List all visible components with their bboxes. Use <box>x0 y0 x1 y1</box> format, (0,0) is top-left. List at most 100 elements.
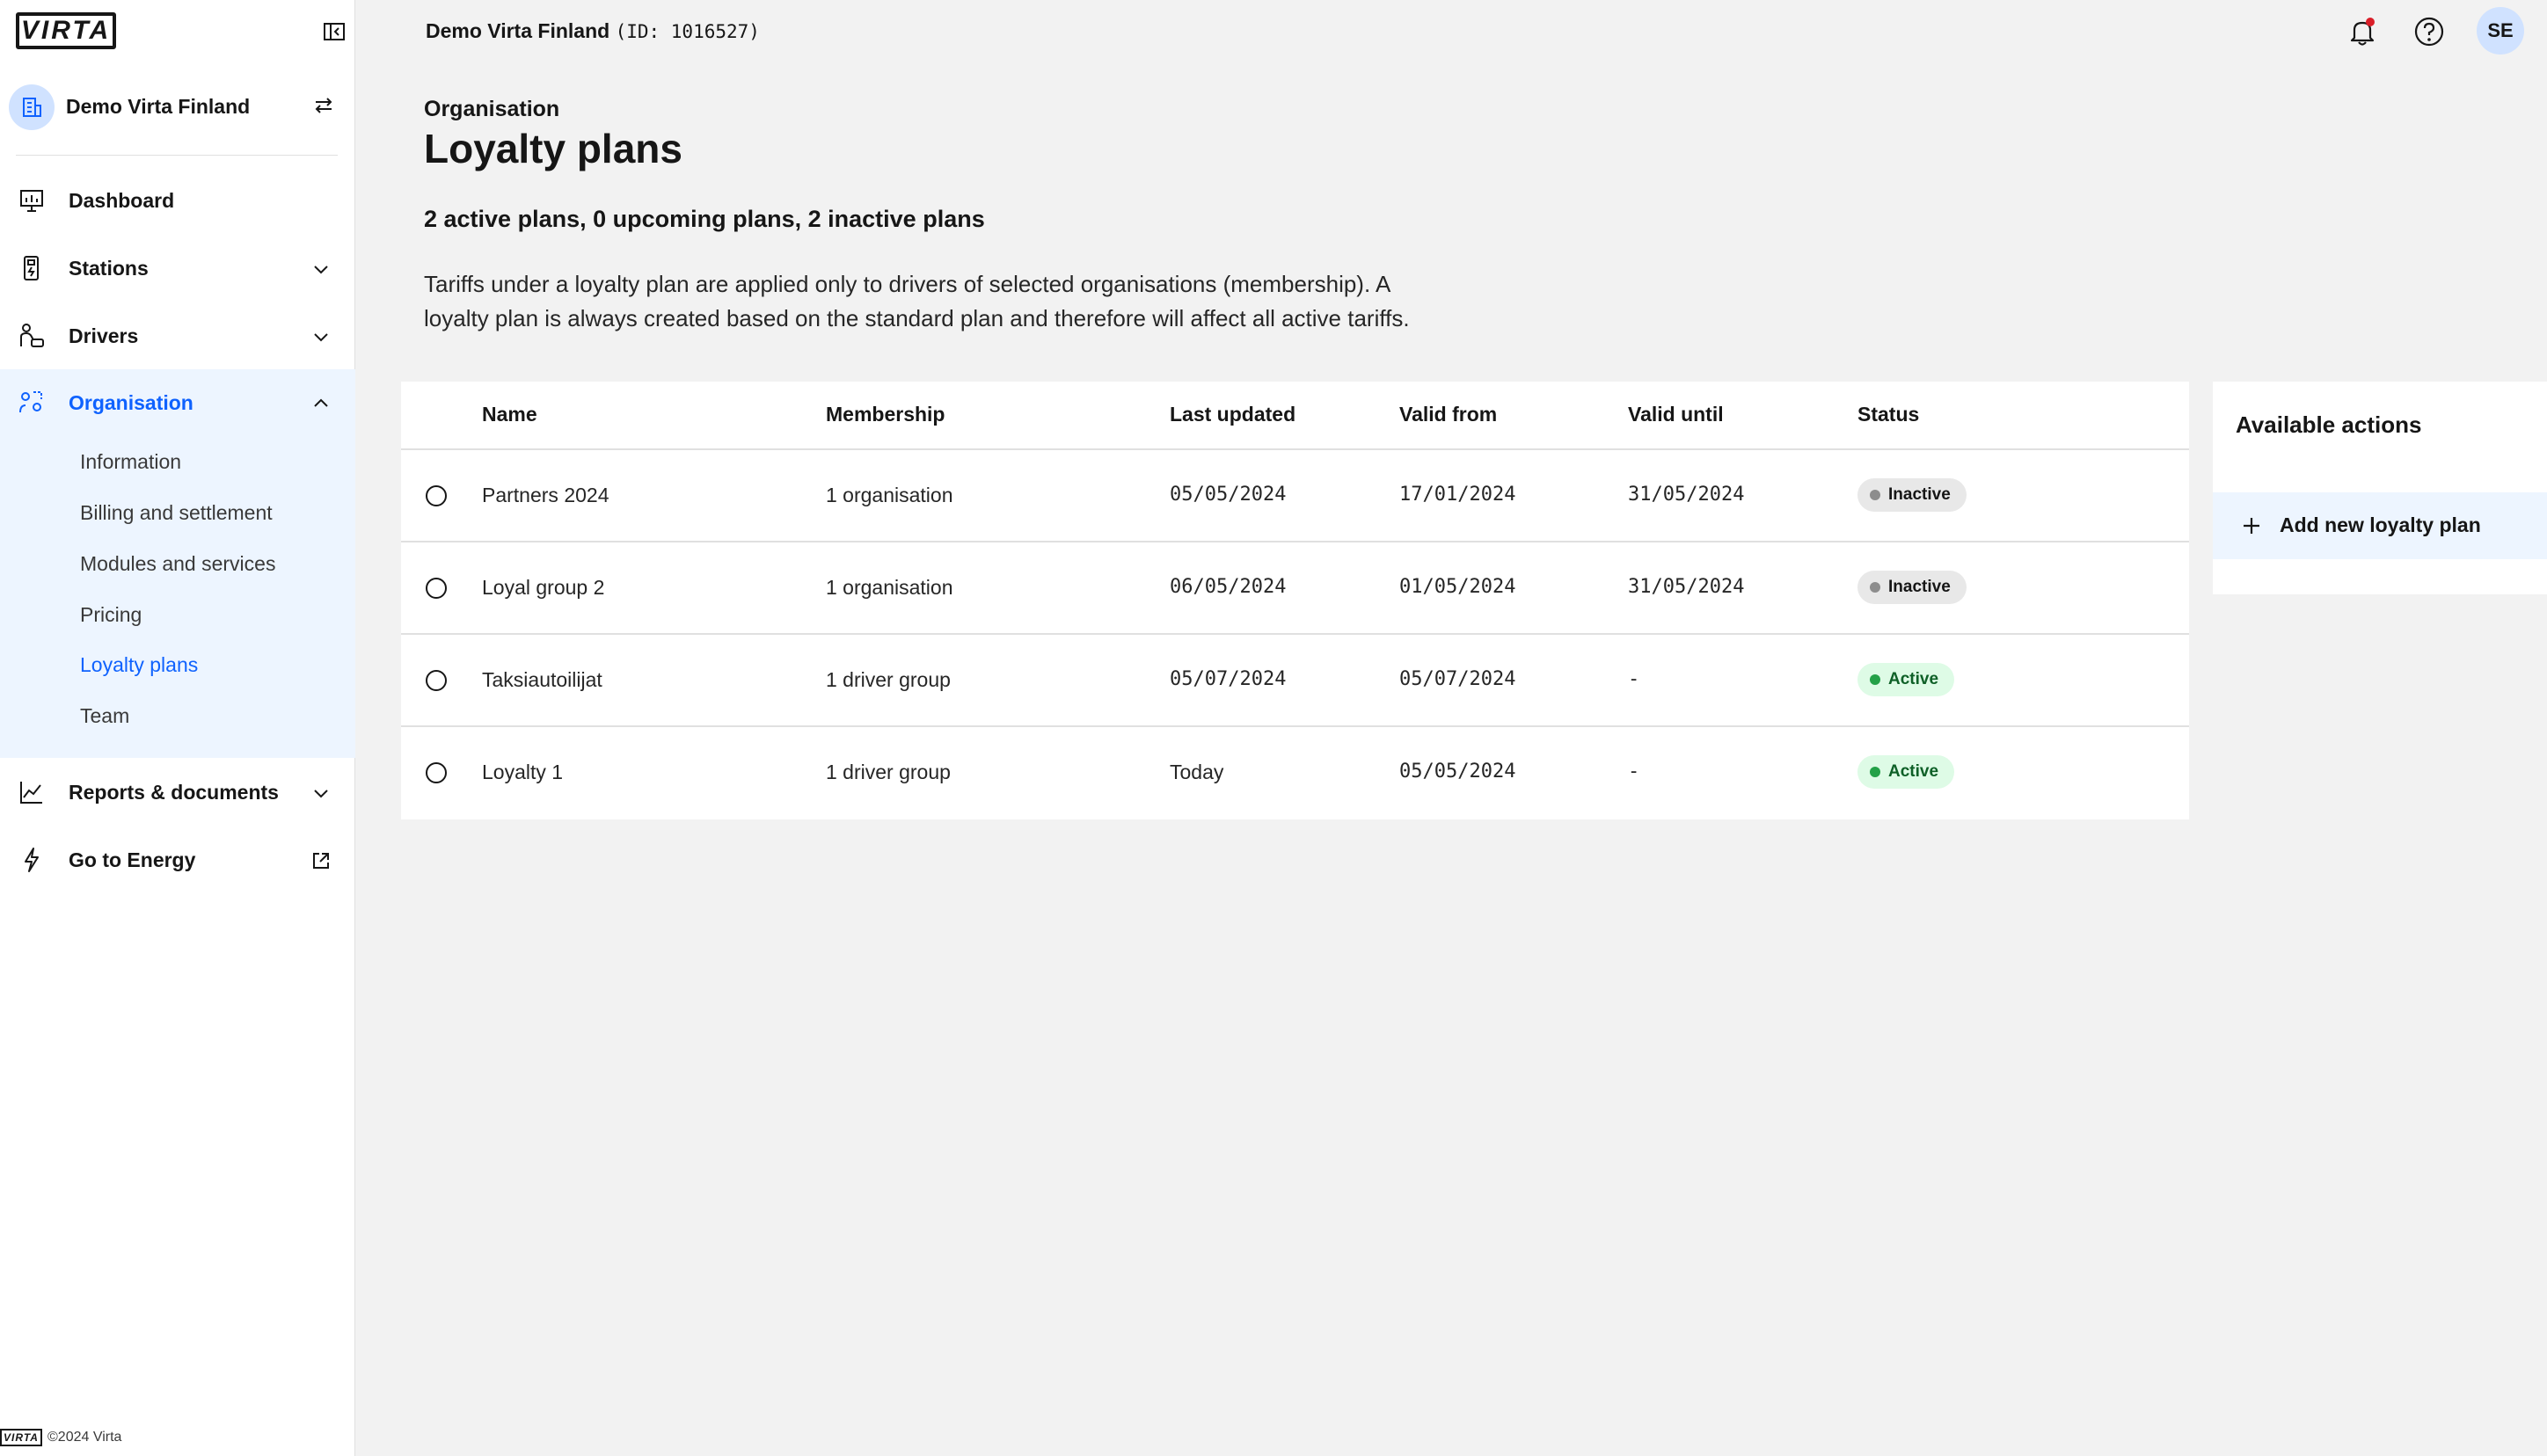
cell-valid-from: 05/07/2024 <box>1399 668 1516 690</box>
sidebar-subitem-information[interactable]: Information <box>80 450 181 474</box>
sidebar-item-label: Dashboard <box>69 188 175 212</box>
column-header-valid-from: Valid from <box>1399 403 1498 426</box>
footer-logo: VIRTA <box>0 1429 42 1446</box>
cell-valid-from: 17/01/2024 <box>1399 484 1516 506</box>
column-header-last-updated: Last updated <box>1170 403 1296 426</box>
row-radio[interactable] <box>426 578 447 599</box>
column-header-status: Status <box>1857 403 1920 426</box>
sidebar-footer: VIRTA ©2024 Virta <box>0 1428 121 1447</box>
chart-line-icon <box>18 778 46 806</box>
cell-name: Loyalty 1 <box>482 761 564 783</box>
cell-valid-until: - <box>1628 761 1640 783</box>
sidebar-item-label: Organisation <box>69 390 193 414</box>
status-badge: Inactive <box>1857 571 1967 604</box>
cell-membership: 1 organisation <box>826 484 953 506</box>
chevron-down-icon <box>311 259 331 279</box>
plus-icon <box>2239 513 2264 538</box>
collapse-sidebar-icon[interactable] <box>322 19 347 44</box>
logo-row: VIRTA <box>16 12 345 51</box>
page-description: Tariffs under a loyalty plan are applied… <box>424 271 1410 331</box>
cell-last-updated: Today <box>1170 761 1224 783</box>
org-switcher[interactable]: Demo Virta Finland <box>9 83 339 132</box>
notification-bell-icon[interactable] <box>2345 14 2380 49</box>
cell-membership: 1 driver group <box>826 761 951 783</box>
external-link-icon <box>311 851 331 870</box>
org-switcher-name: Demo Virta Finland <box>66 95 251 118</box>
sidebar-item-organisation[interactable]: Organisation <box>0 369 355 436</box>
driver-icon <box>18 322 46 350</box>
plans-summary: 2 active plans, 0 upcoming plans, 2 inac… <box>424 206 985 232</box>
building-icon <box>9 84 55 130</box>
sidebar-subitem-modules[interactable]: Modules and services <box>80 552 275 576</box>
copyright-text: ©2024 Virta <box>47 1430 122 1445</box>
chevron-down-icon <box>311 327 331 346</box>
organisation-icon <box>18 389 46 417</box>
status-badge: Active <box>1857 663 1955 696</box>
topbar-org-name: Demo Virta Finland <box>426 19 610 42</box>
status-dot <box>1870 582 1880 593</box>
cell-valid-until: 31/05/2024 <box>1628 576 1745 598</box>
status-badge: Active <box>1857 755 1955 789</box>
cell-name: Loyal group 2 <box>482 576 605 599</box>
sidebar-item-drivers[interactable]: Drivers <box>0 302 355 369</box>
add-loyalty-plan-label: Add new loyalty plan <box>2280 513 2481 536</box>
sidebar-subitem-team[interactable]: Team <box>80 704 129 728</box>
status-dot <box>1870 767 1880 777</box>
add-loyalty-plan-button[interactable]: Add new loyalty plan <box>2213 492 2547 559</box>
sidebar-subitem-pricing[interactable]: Pricing <box>80 603 142 627</box>
user-avatar[interactable]: SE <box>2477 7 2524 55</box>
lightning-icon <box>18 846 46 874</box>
available-actions-panel: Available actions Add new loyalty plan <box>2213 382 2547 594</box>
swap-icon[interactable] <box>311 93 336 118</box>
sidebar-item-label: Drivers <box>69 324 139 347</box>
available-actions-title: Available actions <box>2236 411 2422 438</box>
cell-last-updated: 05/05/2024 <box>1170 484 1287 506</box>
cell-membership: 1 driver group <box>826 668 951 691</box>
column-header-name: Name <box>482 403 537 426</box>
page-eyebrow: Organisation <box>424 97 560 121</box>
column-header-membership: Membership <box>826 403 945 426</box>
status-dot <box>1870 674 1880 685</box>
cell-valid-until: - <box>1628 668 1640 690</box>
table-row[interactable]: Taksiautoilijat 1 driver group 05/07/202… <box>401 633 2189 724</box>
charging-station-icon <box>18 254 46 282</box>
sidebar-subitem-loyalty-plans[interactable]: Loyalty plans <box>80 653 198 677</box>
cell-valid-from: 01/05/2024 <box>1399 576 1516 598</box>
cell-membership: 1 organisation <box>826 576 953 599</box>
row-radio[interactable] <box>426 670 447 691</box>
sidebar-item-label: Reports & documents <box>69 780 279 804</box>
sidebar-item-stations[interactable]: Stations <box>0 235 355 302</box>
table-row[interactable]: Loyalty 1 1 driver group Today 05/05/202… <box>401 725 2189 817</box>
cell-name: Partners 2024 <box>482 484 609 506</box>
chevron-up-icon <box>311 394 331 413</box>
sidebar-item-energy[interactable]: Go to Energy <box>0 826 355 893</box>
chevron-down-icon <box>311 783 331 803</box>
sidebar: VIRTA Demo Virta Finland Dashboard Stati… <box>0 0 355 1456</box>
sidebar-organisation-group: Organisation Information Billing and set… <box>0 369 355 758</box>
row-radio[interactable] <box>426 485 447 506</box>
sidebar-item-dashboard[interactable]: Dashboard <box>0 167 355 234</box>
cell-name: Taksiautoilijat <box>482 668 602 691</box>
sidebar-item-label: Stations <box>69 256 149 280</box>
row-radio[interactable] <box>426 762 447 783</box>
cell-last-updated: 05/07/2024 <box>1170 668 1287 690</box>
dashboard-icon <box>18 186 46 215</box>
help-icon[interactable] <box>2412 14 2447 49</box>
sidebar-item-reports[interactable]: Reports & documents <box>0 759 355 826</box>
page-title: Loyalty plans <box>424 126 682 171</box>
sidebar-item-label: Go to Energy <box>69 848 196 871</box>
table-row[interactable]: Partners 2024 1 organisation 05/05/2024 … <box>401 448 2189 540</box>
topbar-org-id: (ID: 1016527) <box>615 21 760 42</box>
topbar: Demo Virta Finland (ID: 1016527) SE <box>355 0 2547 63</box>
cell-last-updated: 06/05/2024 <box>1170 576 1287 598</box>
sidebar-divider <box>16 155 338 156</box>
topbar-org-title: Demo Virta Finland (ID: 1016527) <box>426 19 760 43</box>
sidebar-subitem-billing[interactable]: Billing and settlement <box>80 501 273 525</box>
cell-valid-until: 31/05/2024 <box>1628 484 1745 506</box>
cell-valid-from: 05/05/2024 <box>1399 761 1516 783</box>
table-row[interactable]: Loyal group 2 1 organisation 06/05/2024 … <box>401 541 2189 632</box>
status-dot <box>1870 490 1880 500</box>
status-badge: Inactive <box>1857 478 1967 512</box>
virta-logo[interactable]: VIRTA <box>16 12 116 49</box>
column-header-valid-until: Valid until <box>1628 403 1724 426</box>
